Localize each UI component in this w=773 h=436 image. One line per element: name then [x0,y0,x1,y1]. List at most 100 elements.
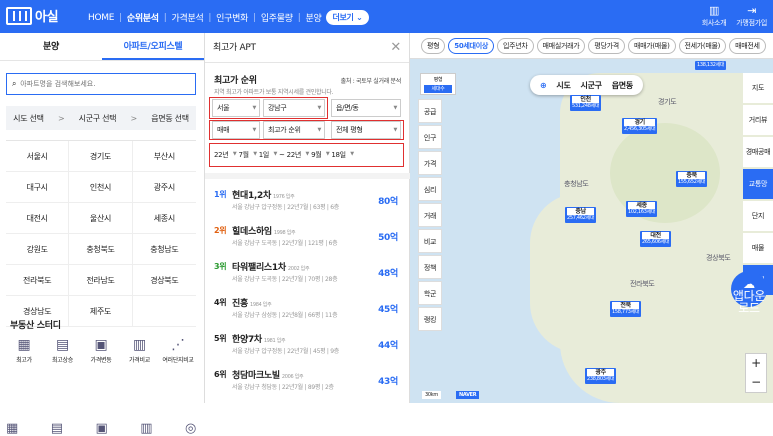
tab-apartment[interactable]: 아파트/오피스텔 [102,33,204,60]
study-icon[interactable]: ▣ [95,421,107,436]
sido-select[interactable]: 서울 [212,99,260,117]
study-compare[interactable]: ▥ 가격비교 [122,335,158,364]
menu-population[interactable]: 인구 [418,125,442,149]
menu-school[interactable]: 학군 [418,281,442,305]
nav-home[interactable]: HOME [88,13,114,23]
menu-policy[interactable]: 정책 [418,255,442,279]
study-icon[interactable]: ▦ [6,421,18,436]
city-item[interactable]: 전라북도 [6,265,70,296]
city-item[interactable]: 전라남도 [69,265,133,296]
end-day-select[interactable]: 18일 [331,150,354,160]
level-sigungu[interactable]: 시군구 [581,80,602,91]
tab-presale[interactable]: 분양 [0,33,102,60]
chip-households[interactable]: 50세대이상 [448,37,494,54]
size-select[interactable]: 전체 평형 [331,121,401,139]
study-highest[interactable]: ▦ 최고가 [6,335,42,364]
select-dong[interactable]: 읍면동 선택 [151,113,189,124]
region-marker[interactable]: 충남 257,462세대 [565,207,597,223]
list-item[interactable]: 5위 한양7차 1981 입주 서울 강남구 압구정동 | 22년7월 | 45평… [214,329,402,363]
chip-years[interactable]: 입주년차 [496,37,534,54]
menu-trade[interactable]: 거래 [418,203,442,227]
nav-sale[interactable]: 분양 [305,11,321,24]
chip-listing-price[interactable]: 매매가(매물) [627,37,676,54]
city-item[interactable]: 대전시 [6,203,70,234]
city-item[interactable]: 울산시 [69,203,133,234]
region-marker[interactable]: 대전 265,606세대 [640,231,672,247]
list-item[interactable]: 4위 진흥 1984 입주 서울 강남구 삼성동 | 22년8월 | 66평 | … [214,293,402,327]
city-item[interactable]: 광주시 [132,172,196,203]
company-link[interactable]: ▥ 회사소개 [702,4,727,28]
city-item[interactable]: 경기도 [69,141,133,172]
study-multi[interactable]: ⋰ 여러단지비교 [160,335,196,364]
level-dong[interactable]: 읍면동 [612,80,633,91]
region-marker[interactable]: 광주 238,803세대 [585,368,617,384]
city-item[interactable]: 서울시 [6,141,70,172]
sigungu-select[interactable]: 강남구 [263,99,325,117]
menu-map[interactable]: 지도 [743,73,773,103]
select-sido[interactable]: 시도 선택 [13,113,44,124]
region-marker[interactable]: 세종 102,163세대 [626,201,658,217]
region-marker[interactable]: 138,132세대 [695,61,727,70]
nav-ranking[interactable]: 순위분석 [127,11,159,24]
city-item[interactable]: 충청북도 [69,234,133,265]
menu-auction[interactable]: 경매공매 [743,137,773,167]
region-marker[interactable]: 경기 2,456,305세대 [622,118,658,134]
city-item[interactable]: 인천시 [69,172,133,203]
menu-complex[interactable]: 단지 [743,201,773,231]
chip-unit-price[interactable]: 평당가격 [588,37,625,54]
list-item[interactable]: 1위 현대1,2차 1976 입주 서울 강남구 압구정동 | 22년7월 | 6… [214,185,402,219]
zoom-in-button[interactable]: + [746,354,766,373]
region-marker[interactable]: 전북 158,773세대 [610,301,642,317]
more-button[interactable]: 더보기 ⌄ [326,10,369,25]
list-item[interactable]: 3위 타워팰리스1차 2002 입주 서울 강남구 도곡동 | 22년7월 | 7… [214,257,402,291]
end-year-select[interactable]: 22년 [287,150,310,160]
start-day-select[interactable]: 1일 [259,150,278,160]
close-icon[interactable]: ✕ [390,33,401,63]
region-marker[interactable]: 충북 155,652세대 [676,171,708,187]
study-change[interactable]: ▣ 가격변동 [83,335,119,364]
menu-price[interactable]: 가격 [418,151,442,175]
start-year-select[interactable]: 22년 [214,150,237,160]
join-link[interactable]: ⇥ 가맹점가입 [736,4,767,28]
deal-type-select[interactable]: 매매 [212,121,260,139]
level-sido[interactable]: 시도 [556,80,570,91]
list-item[interactable]: 6위 청담마크노빌 2006 입주 서울 강남구 청담동 | 22년7월 | 89… [214,365,402,399]
menu-transit[interactable]: 교통망 [743,169,773,199]
chip-size[interactable]: 평형 [421,37,446,54]
city-item[interactable]: 충청남도 [132,234,196,265]
menu-supply[interactable]: 공급 [418,99,442,123]
chip-jeonse-ratio[interactable]: 매매전세 [729,37,766,54]
nav-population[interactable]: 인구변화 [216,11,248,24]
city-item[interactable]: 제주도 [69,296,133,327]
list-item[interactable]: 2위 힐데스하임 1998 입주 서울 강남구 도곡동 | 22년7월 | 121… [214,221,402,255]
city-item[interactable]: 대구시 [6,172,70,203]
study-icon[interactable]: ◎ [185,421,196,436]
study-rise[interactable]: ▤ 최고상승 [45,335,81,364]
city-item[interactable]: 부산시 [132,141,196,172]
menu-ranking[interactable]: 랭킹 [418,307,442,331]
menu-streetview[interactable]: 거리뷰 [743,105,773,135]
city-item[interactable]: 경상북도 [132,265,196,296]
chip-jeonse[interactable]: 전세가(매물) [678,37,727,54]
study-icon[interactable]: ▤ [51,421,63,436]
select-sigungu[interactable]: 시군구 선택 [79,113,117,124]
menu-sentiment[interactable]: 심리 [418,177,442,201]
app-download-button[interactable]: ☁ 앱다운로드 [731,271,767,314]
map-area[interactable]: 평형 50세대이상 입주년차 매매실거래가 평당가격 매매가(매물) 전세가(매… [410,33,773,403]
search-input[interactable] [20,80,181,88]
zoom-out-button[interactable]: − [746,373,766,392]
dong-select[interactable]: 읍/면/동 [331,99,401,117]
logo[interactable]: 아실 [6,6,59,25]
city-item[interactable]: 강원도 [6,234,70,265]
nav-supply[interactable]: 입주물량 [261,11,293,24]
order-select[interactable]: 최고가 순위 [263,121,325,139]
search-icon[interactable]: ⌕ [12,79,17,89]
region-marker[interactable]: 인천 531,248세대 [570,95,602,111]
start-month-select[interactable]: 7월 [238,150,257,160]
end-month-select[interactable]: 9월 [311,150,330,160]
city-item[interactable]: 세종시 [132,203,196,234]
study-icon[interactable]: ▥ [140,421,152,436]
menu-compare[interactable]: 비교 [418,229,442,253]
menu-listing[interactable]: 매물 [743,233,773,263]
nav-price[interactable]: 가격분석 [172,11,204,24]
